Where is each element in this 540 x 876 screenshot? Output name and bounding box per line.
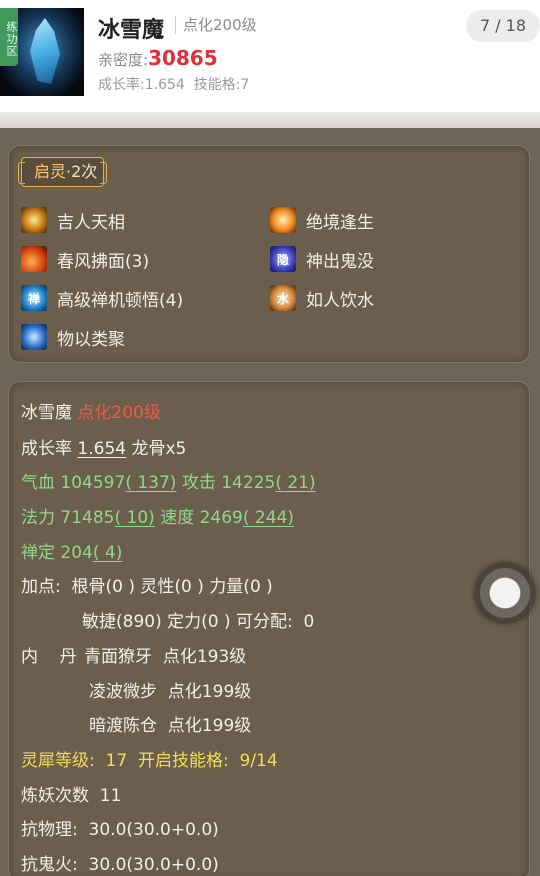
resist-ghostfire-row: 抗鬼火: 30.0(30.0+0.0) xyxy=(21,850,219,875)
chanding-bonus[interactable]: ( 4) xyxy=(93,543,122,563)
skill-name: 吉人天相 xyxy=(57,212,125,233)
skill-item[interactable]: 水 如人饮水 xyxy=(270,284,374,312)
skill-item[interactable]: 绝境逢生 xyxy=(270,206,374,234)
pet-header: 练功区 冰雪魔 点化200级 亲密度:30865 成长率:1.654 技能格:7… xyxy=(0,0,540,112)
chanding-value: 禅定 204 xyxy=(21,543,93,563)
lianyao-row: 炼妖次数 11 xyxy=(21,781,121,806)
skill-name: 春风拂面(3) xyxy=(57,251,150,272)
spd-bonus[interactable]: ( 244) xyxy=(243,508,294,528)
hp-bonus[interactable]: ( 137) xyxy=(125,473,176,493)
hp-atk-row: 气血 104597( 137) 攻击 14225( 21) xyxy=(21,468,316,493)
skill-name: 物以类聚 xyxy=(57,329,125,350)
stats-level: 点化200级 xyxy=(77,403,161,423)
qiling-badge[interactable]: 启灵·2次 xyxy=(17,157,108,187)
wuyi-icon xyxy=(21,324,47,350)
points-line-2: 敏捷(890) 定力(0 ) 可分配: 0 xyxy=(82,612,315,632)
resist-physical: 抗物理: 30.0(30.0+0.0) xyxy=(21,820,219,840)
lingxi-text: 灵犀等级: 17 开启技能格: 9/14 xyxy=(21,751,278,771)
ice-crystal-figure xyxy=(30,18,60,84)
skill-item[interactable]: 春风拂面(3) xyxy=(21,245,149,273)
neidan-row-2: 凌波微步 点化199级 xyxy=(89,677,251,702)
pet-name: 冰雪魔 xyxy=(98,18,165,43)
spd-value: 速度 2469 xyxy=(154,508,243,528)
intimacy-label: 亲密度: xyxy=(98,51,149,69)
lianyao-text: 炼妖次数 11 xyxy=(21,786,122,806)
zone-tag: 练功区 xyxy=(0,8,18,66)
stats-pet-name: 冰雪魔 xyxy=(21,403,72,423)
ruren-icon: 水 xyxy=(270,285,296,311)
stats-title: 冰雪魔 点化200级 xyxy=(21,398,161,423)
mp-value: 法力 71485 xyxy=(21,508,115,528)
neidan-item[interactable]: 青面獠牙 点化193级 xyxy=(84,647,246,667)
divider xyxy=(175,16,176,34)
neidan-item[interactable]: 暗渡陈仓 点化199级 xyxy=(89,716,251,736)
skill-item[interactable]: 吉人天相 xyxy=(21,206,125,234)
assistive-touch-button[interactable] xyxy=(474,562,536,624)
skill-name: 神出鬼没 xyxy=(306,251,374,272)
growth-row: 成长率 1.654 龙骨x5 xyxy=(21,434,186,459)
growth-label: 成长率 xyxy=(21,439,78,459)
jiren-icon xyxy=(21,207,47,233)
skill-item[interactable]: 物以类聚 xyxy=(21,323,125,351)
chanding-row: 禅定 204( 4) xyxy=(21,538,122,563)
points-line-1: 加点: 根骨(0 ) 灵性(0 ) 力量(0 ) xyxy=(21,577,273,597)
growth-value[interactable]: 1.654 xyxy=(77,439,126,459)
dragon-bone: 龙骨x5 xyxy=(126,439,187,459)
skill-name: 绝境逢生 xyxy=(306,212,374,233)
juejing-icon xyxy=(270,207,296,233)
lingxi-row: 灵犀等级: 17 开启技能格: 9/14 xyxy=(21,746,278,771)
skill-name: 如人饮水 xyxy=(306,290,374,311)
resist-ghostfire: 抗鬼火: 30.0(30.0+0.0) xyxy=(21,855,219,875)
mp-spd-row: 法力 71485( 10) 速度 2469( 244) xyxy=(21,503,294,528)
skill-item[interactable]: 隐 神出鬼没 xyxy=(270,245,374,273)
shenchu-icon: 隐 xyxy=(270,246,296,272)
resist-physical-row: 抗物理: 30.0(30.0+0.0) xyxy=(21,815,219,840)
badge-label: 启灵 xyxy=(34,162,67,181)
intimacy-value: 30865 xyxy=(148,46,218,70)
growth-summary: 成长率:1.654 技能格:7 xyxy=(98,77,250,93)
chanji-icon: 禅 xyxy=(21,285,47,311)
neidan-item[interactable]: 凌波微步 点化199级 xyxy=(89,682,251,702)
points-row-1: 加点: 根骨(0 ) 灵性(0 ) 力量(0 ) xyxy=(21,572,273,597)
neidan-label: 内 丹 xyxy=(21,647,77,667)
chunfeng-icon xyxy=(21,246,47,272)
atk-value: 攻击 14225 xyxy=(176,473,276,493)
mp-bonus[interactable]: ( 10) xyxy=(114,508,154,528)
atk-bonus[interactable]: ( 21) xyxy=(275,473,315,493)
points-row-2: 敏捷(890) 定力(0 ) 可分配: 0 xyxy=(82,607,314,632)
page-indicator[interactable]: 7 / 18 xyxy=(466,10,540,42)
intimacy-line: 亲密度:30865 xyxy=(98,46,218,70)
badge-count: ·2次 xyxy=(66,162,98,181)
neidan-row-3: 暗渡陈仓 点化199级 xyxy=(89,711,251,736)
skill-name: 高级禅机顿悟(4) xyxy=(57,290,184,311)
pet-level-tag: 点化200级 xyxy=(183,16,257,34)
hp-value: 气血 104597 xyxy=(21,473,126,493)
neidan-row-1: 内 丹 青面獠牙 点化193级 xyxy=(21,642,246,667)
header-divider xyxy=(0,112,540,128)
skill-item[interactable]: 禅 高级禅机顿悟(4) xyxy=(21,284,183,312)
